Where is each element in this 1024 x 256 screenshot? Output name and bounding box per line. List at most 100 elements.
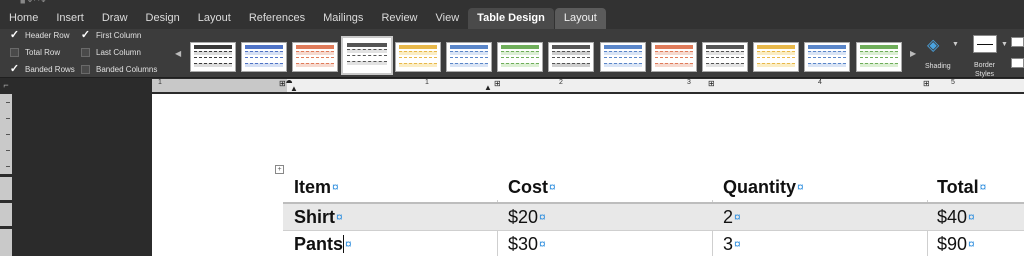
cell-end-mark: ¤ (336, 210, 343, 224)
cell-end-mark: ¤ (734, 210, 741, 224)
text-cursor (343, 235, 345, 253)
cell-end-mark: ¤ (539, 210, 546, 224)
border-style-preview-icon (973, 35, 997, 53)
shading-button[interactable]: ◈ ▼ Shading (922, 32, 962, 76)
table-cell[interactable]: $40¤ (937, 204, 975, 230)
tab-design[interactable]: Design (137, 8, 189, 29)
header-row-option[interactable]: ✓ Header Row (9, 29, 70, 41)
table-cell[interactable]: Shirt¤ (294, 204, 343, 230)
banded-rows-option[interactable]: ✓ Banded Rows (9, 63, 75, 75)
horizontal-ruler-row: ⌐ 1 1 2 3 4 5 ⯊ ▲ ▲ ⊞ ⊞ ⊞ ⊞ (0, 78, 1024, 94)
vertical-ruler[interactable] (0, 94, 12, 256)
cell-end-mark: ¤ (979, 180, 987, 194)
table-style-option[interactable] (341, 36, 393, 75)
table-style-option[interactable] (804, 42, 851, 72)
table-cell[interactable]: $30¤ (508, 231, 546, 256)
column-marker-icon[interactable]: ⊞ (279, 79, 287, 89)
table-style-option[interactable] (292, 42, 339, 72)
table-style-option[interactable] (702, 42, 748, 72)
paint-bucket-icon: ◈ (927, 37, 940, 54)
chevron-down-icon: ▼ (952, 41, 959, 48)
cell-end-mark: ¤ (549, 180, 556, 194)
table-styles-gallery: ◀ ▶ (168, 32, 921, 75)
tab-review[interactable]: Review (372, 8, 426, 29)
table-style-option[interactable] (497, 42, 544, 72)
checkbox-empty-icon (10, 48, 19, 57)
line-weight-field[interactable] (1011, 58, 1024, 68)
tab-layout[interactable]: Layout (189, 8, 240, 29)
header-cell-total[interactable]: Total¤ (937, 174, 986, 202)
right-indent-icon[interactable]: ▲ (484, 83, 492, 93)
ribbon-tab-bar: Home Insert Draw Design Layout Reference… (0, 8, 1024, 29)
tab-table-design[interactable]: Table Design (468, 8, 554, 29)
table-row: Shirt¤ $20¤ 2¤ $40¤ (283, 202, 1024, 230)
cell-end-mark: ¤ (539, 237, 546, 251)
quick-access-icons: ■ ↶ ↷ (20, 0, 46, 6)
checkmark-icon: ✓ (9, 63, 20, 75)
chevron-down-icon: ▼ (1001, 41, 1008, 48)
table-style-option[interactable] (599, 42, 646, 72)
tab-view[interactable]: View (427, 8, 469, 29)
line-style-field[interactable] (1011, 37, 1024, 47)
shading-label: Shading (925, 63, 951, 70)
cell-end-mark: ¤ (797, 180, 804, 194)
cell-end-mark: ¤ (968, 237, 975, 251)
cell-end-mark: ¤ (332, 180, 339, 194)
banded-columns-label: Banded Columns (96, 65, 158, 74)
table-style-option[interactable] (446, 42, 492, 72)
tab-table-layout[interactable]: Layout (554, 8, 606, 29)
tab-references[interactable]: References (240, 8, 314, 29)
cell-end-mark: ¤ (345, 237, 352, 251)
header-cell-quantity[interactable]: Quantity¤ (723, 174, 804, 202)
table-style-option[interactable] (190, 42, 236, 72)
first-column-option[interactable]: ✓ First Column (80, 29, 142, 41)
table-move-handle-icon[interactable]: + (275, 165, 284, 174)
banded-rows-label: Banded Rows (25, 65, 75, 74)
table-style-option[interactable] (241, 42, 288, 72)
checkmark-icon: ✓ (9, 29, 20, 41)
table-row: Pants ¤ $30¤ 3¤ $90¤ (283, 230, 1024, 256)
table-style-option[interactable] (753, 42, 800, 72)
table-style-option[interactable] (394, 42, 441, 72)
column-marker-icon[interactable]: ⊞ (494, 79, 502, 89)
ribbon-panel: ✓ Header Row ✓ First Column Total Row La… (0, 29, 1024, 78)
checkmark-icon: ✓ (80, 29, 91, 41)
tab-home[interactable]: Home (0, 8, 47, 29)
table-header-row: Item¤ Cost¤ Quantity¤ Total¤ (283, 174, 1024, 202)
data-table[interactable]: Item¤ Cost¤ Quantity¤ Total¤ Shirt¤ $20¤… (283, 174, 1024, 256)
tab-insert[interactable]: Insert (47, 8, 93, 29)
column-marker-icon[interactable]: ⊞ (923, 79, 931, 89)
banded-columns-option[interactable]: Banded Columns (81, 65, 157, 74)
table-cell[interactable]: Pants ¤ (294, 231, 352, 256)
table-cell[interactable]: $20¤ (508, 204, 546, 230)
table-cell[interactable]: 3¤ (723, 231, 741, 256)
first-column-label: First Column (96, 31, 142, 40)
table-style-option[interactable] (548, 42, 595, 72)
horizontal-ruler[interactable]: 1 1 2 3 4 5 ⯊ ▲ ▲ ⊞ ⊞ ⊞ ⊞ (152, 79, 1024, 94)
header-row-label: Header Row (25, 31, 70, 40)
table-cell[interactable]: 2¤ (723, 204, 741, 230)
checkbox-empty-icon (81, 65, 90, 74)
table-style-option[interactable] (855, 42, 902, 72)
cell-end-mark: ¤ (734, 237, 741, 251)
border-styles-label: Border Styles (974, 62, 996, 78)
tab-selector-icon[interactable]: ⌐ (0, 78, 12, 94)
tab-mailings[interactable]: Mailings (314, 8, 372, 29)
last-column-label: Last Column (96, 48, 141, 57)
last-column-option[interactable]: Last Column (81, 48, 141, 57)
gallery-right-arrow-icon[interactable]: ▶ (910, 49, 916, 58)
header-cell-cost[interactable]: Cost¤ (508, 174, 556, 202)
border-styles-button[interactable]: ▼ Border Styles (969, 32, 1009, 78)
cell-end-mark: ¤ (968, 210, 975, 224)
table-style-option[interactable] (650, 42, 697, 72)
total-row-option[interactable]: Total Row (10, 48, 60, 57)
gallery-left-arrow-icon[interactable]: ◀ (175, 49, 181, 58)
column-marker-icon[interactable]: ⊞ (708, 79, 716, 89)
table-cell[interactable]: $90¤ (937, 231, 975, 256)
title-bar-strip: ■ ↶ ↷ (0, 0, 1024, 8)
total-row-label: Total Row (25, 48, 61, 57)
header-cell-item[interactable]: Item¤ (294, 174, 339, 202)
hanging-indent-icon[interactable]: ▲ (290, 84, 298, 94)
tab-draw[interactable]: Draw (93, 8, 137, 29)
checkbox-empty-icon (81, 48, 90, 57)
